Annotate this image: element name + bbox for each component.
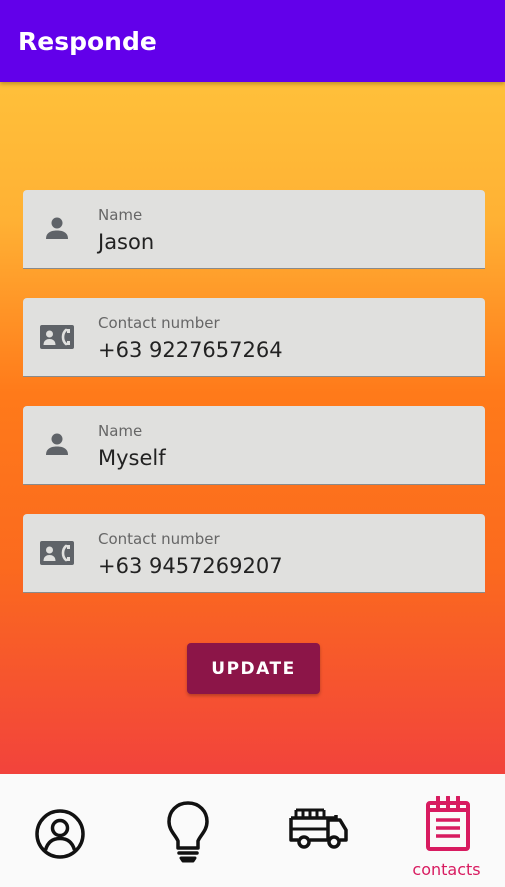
field-label: Contact number [98, 530, 220, 548]
app-bar: Responde [0, 0, 505, 82]
nav-item-emergency[interactable] [258, 774, 378, 887]
notepad-icon [426, 796, 470, 851]
name-field-1[interactable]: Name Jason [23, 190, 485, 269]
nav-label-contacts: contacts [412, 860, 481, 879]
nav-item-tips[interactable] [128, 774, 248, 887]
contact-number-field-2[interactable]: Contact number +63 9457269207 [23, 514, 485, 593]
field-value[interactable]: +63 9457269207 [98, 554, 283, 578]
field-label: Name [98, 206, 143, 224]
field-value[interactable]: Jason [98, 230, 154, 254]
field-label: Contact number [98, 314, 220, 332]
contact-number-field-1[interactable]: Contact number +63 9227657264 [23, 298, 485, 377]
contact-phone-icon [39, 322, 75, 352]
update-button[interactable]: UPDATE [187, 643, 320, 694]
lightbulb-icon [167, 801, 209, 863]
app-title: Responde [18, 27, 157, 56]
name-field-2[interactable]: Name Myself [23, 406, 485, 485]
contacts-form: Name Jason Contact number +63 9227657264… [0, 82, 505, 774]
profile-icon [35, 809, 85, 859]
fire-truck-icon [289, 808, 348, 849]
field-value[interactable]: Myself [98, 446, 166, 470]
contact-phone-icon [39, 538, 75, 568]
bottom-navigation: contacts [0, 774, 505, 887]
person-icon [39, 214, 75, 244]
nav-item-contacts[interactable]: contacts [388, 774, 505, 887]
field-value[interactable]: +63 9227657264 [98, 338, 283, 362]
field-label: Name [98, 422, 143, 440]
person-icon [39, 430, 75, 460]
nav-item-profile[interactable] [0, 774, 120, 887]
